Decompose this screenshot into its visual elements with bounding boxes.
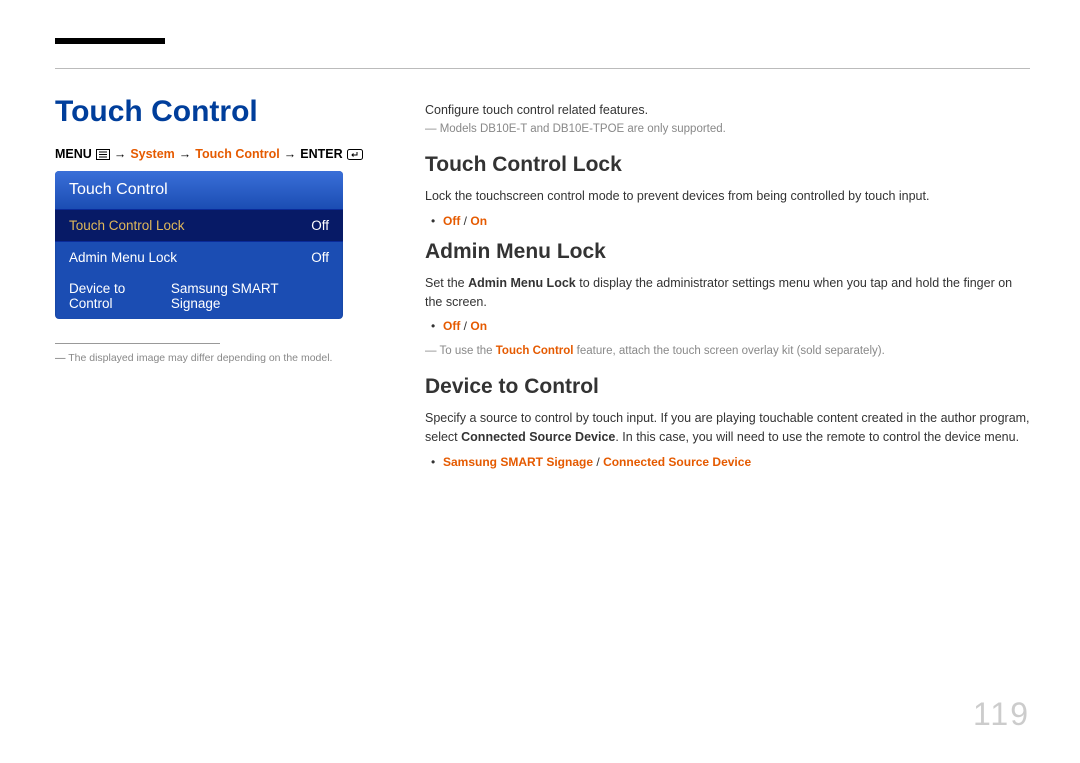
header-divider xyxy=(55,68,1030,69)
osd-row-value: Off xyxy=(311,218,329,233)
breadcrumb-enter: ENTER xyxy=(300,147,342,161)
heading-admin-menu-lock: Admin Menu Lock xyxy=(425,240,1030,264)
menu-icon xyxy=(96,149,110,160)
osd-row-value: Samsung SMART Signage xyxy=(171,281,329,311)
right-column: Configure touch control related features… xyxy=(425,95,1030,481)
desc-bold: Admin Menu Lock xyxy=(468,276,576,290)
osd-row-touch-control-lock[interactable]: Touch Control Lock Off xyxy=(55,209,343,242)
option-item: Off / On xyxy=(425,319,1030,333)
breadcrumb-arrow: → xyxy=(114,147,127,161)
note-post: feature, attach the touch screen overlay… xyxy=(573,345,884,357)
breadcrumb-touch-control: Touch Control xyxy=(195,147,279,161)
manual-page: Touch Control MENU → System → Touch Cont… xyxy=(0,0,1080,763)
desc-pre: Set the xyxy=(425,276,468,290)
option-off: Off xyxy=(443,214,460,228)
intro-text: Configure touch control related features… xyxy=(425,103,1030,117)
osd-row-label: Device to Control xyxy=(69,281,171,311)
osd-row-device-to-control[interactable]: Device to Control Samsung SMART Signage xyxy=(55,273,343,319)
option-on: On xyxy=(470,214,487,228)
options-device-to-control: Samsung SMART Signage / Connected Source… xyxy=(425,455,1030,469)
enter-icon xyxy=(347,149,363,160)
option-smart-signage: Samsung SMART Signage xyxy=(443,455,593,469)
osd-panel: Touch Control Touch Control Lock Off Adm… xyxy=(55,171,343,319)
note-bold: Touch Control xyxy=(496,345,574,357)
desc-admin-menu-lock: Set the Admin Menu Lock to display the a… xyxy=(425,274,1030,312)
breadcrumb-system: System xyxy=(130,147,174,161)
desc-device-to-control: Specify a source to control by touch inp… xyxy=(425,409,1030,447)
heading-touch-control-lock: Touch Control Lock xyxy=(425,153,1030,177)
option-item: Off / On xyxy=(425,214,1030,228)
page-number: 119 xyxy=(973,696,1030,733)
options-touch-control-lock: Off / On xyxy=(425,214,1030,228)
left-column: Touch Control MENU → System → Touch Cont… xyxy=(55,95,390,481)
osd-header: Touch Control xyxy=(55,171,343,209)
osd-row-label: Admin Menu Lock xyxy=(69,250,177,265)
image-disclaimer: The displayed image may differ depending… xyxy=(55,352,390,364)
breadcrumb-menu: MENU xyxy=(55,147,92,161)
header-accent-bar xyxy=(55,38,165,44)
osd-row-label: Touch Control Lock xyxy=(69,218,185,233)
option-connected-source: Connected Source Device xyxy=(603,455,751,469)
option-off: Off xyxy=(443,319,460,333)
desc-post: . In this case, you will need to use the… xyxy=(615,430,1019,444)
heading-device-to-control: Device to Control xyxy=(425,375,1030,399)
option-item: Samsung SMART Signage / Connected Source… xyxy=(425,455,1030,469)
osd-row-admin-menu-lock[interactable]: Admin Menu Lock Off xyxy=(55,242,343,273)
breadcrumb-arrow: → xyxy=(284,147,297,161)
section-title: Touch Control xyxy=(55,95,390,129)
osd-row-value: Off xyxy=(311,250,329,265)
note-divider xyxy=(55,343,220,344)
models-note: Models DB10E-T and DB10E-TPOE are only s… xyxy=(425,123,1030,135)
option-on: On xyxy=(470,319,487,333)
note-pre: To use the xyxy=(440,345,496,357)
desc-touch-control-lock: Lock the touchscreen control mode to pre… xyxy=(425,187,1030,206)
breadcrumb-arrow: → xyxy=(179,147,192,161)
note-admin-menu-lock: To use the Touch Control feature, attach… xyxy=(425,345,1030,357)
options-admin-menu-lock: Off / On xyxy=(425,319,1030,333)
desc-bold: Connected Source Device xyxy=(461,430,615,444)
breadcrumb: MENU → System → Touch Control → ENTER xyxy=(55,147,390,161)
